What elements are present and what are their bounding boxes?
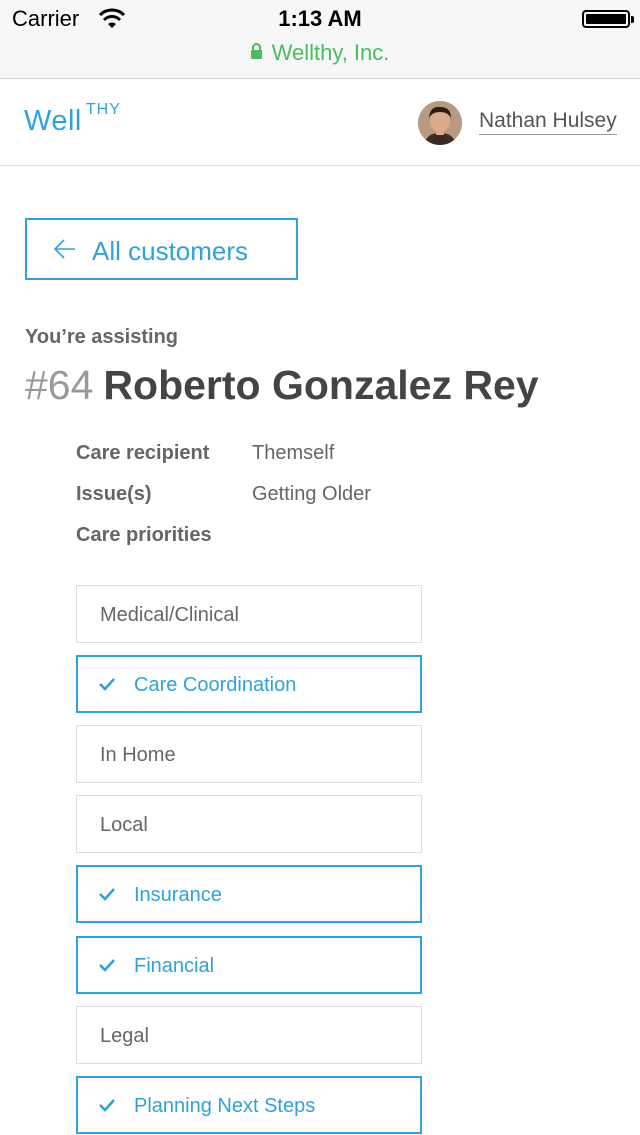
priority-label: Legal xyxy=(100,1025,149,1047)
detail-value: Themself xyxy=(252,442,335,464)
priority-option-legal[interactable]: Legal xyxy=(76,1006,422,1064)
url-text: Wellthy, Inc. xyxy=(271,40,390,65)
wellthy-logo[interactable]: Well THY xyxy=(24,101,121,138)
all-customers-button[interactable]: All customers xyxy=(25,218,298,280)
priority-label: Medical/Clinical xyxy=(100,604,239,626)
customer-number: #64 xyxy=(25,362,94,408)
customer-name: Roberto Gonzalez Rey xyxy=(103,362,539,408)
priority-label: Financial xyxy=(134,955,215,977)
all-customers-label: All customers xyxy=(92,236,249,266)
lock-icon xyxy=(250,43,262,59)
detail-label: Care priorities xyxy=(76,524,212,546)
priority-label: Local xyxy=(100,814,148,836)
check-icon xyxy=(99,888,115,901)
logo-main: Well xyxy=(24,105,82,137)
priority-option-medical-clinical[interactable]: Medical/Clinical xyxy=(76,585,422,643)
status-bar: Carrier 1:13 AM Wellthy, Inc. xyxy=(0,0,640,79)
priority-label: Planning Next Steps xyxy=(134,1095,316,1117)
url-bar[interactable]: Wellthy, Inc. xyxy=(0,40,640,66)
priority-option-care-coordination[interactable]: Care Coordination xyxy=(76,655,422,713)
arrow-left-icon xyxy=(53,239,75,259)
battery-icon xyxy=(582,10,634,28)
logo-super: THY xyxy=(85,101,121,118)
user-name-link[interactable]: Nathan Hulsey xyxy=(479,109,617,135)
check-icon xyxy=(99,1099,115,1112)
priority-option-in-home[interactable]: In Home xyxy=(76,725,422,783)
check-icon xyxy=(99,678,115,691)
priority-label: Insurance xyxy=(134,884,222,906)
detail-label: Care recipient xyxy=(76,442,210,464)
detail-value: Getting Older xyxy=(252,483,371,505)
priority-option-planning-next-steps[interactable]: Planning Next Steps xyxy=(76,1076,422,1134)
avatar-image xyxy=(418,101,462,145)
priority-label: In Home xyxy=(100,744,176,766)
check-icon xyxy=(99,959,115,972)
priority-option-local[interactable]: Local xyxy=(76,795,422,853)
detail-label: Issue(s) xyxy=(76,483,152,505)
clock: 1:13 AM xyxy=(278,6,362,31)
customer-heading: #64 Roberto Gonzalez Rey xyxy=(25,362,539,409)
assisting-label: You’re assisting xyxy=(25,326,179,348)
avatar[interactable] xyxy=(418,101,462,145)
priority-option-financial[interactable]: Financial xyxy=(76,936,422,994)
app-header: Well THY Nathan Hulsey xyxy=(0,79,640,166)
priority-label: Care Coordination xyxy=(134,674,297,696)
priority-option-insurance[interactable]: Insurance xyxy=(76,865,422,923)
